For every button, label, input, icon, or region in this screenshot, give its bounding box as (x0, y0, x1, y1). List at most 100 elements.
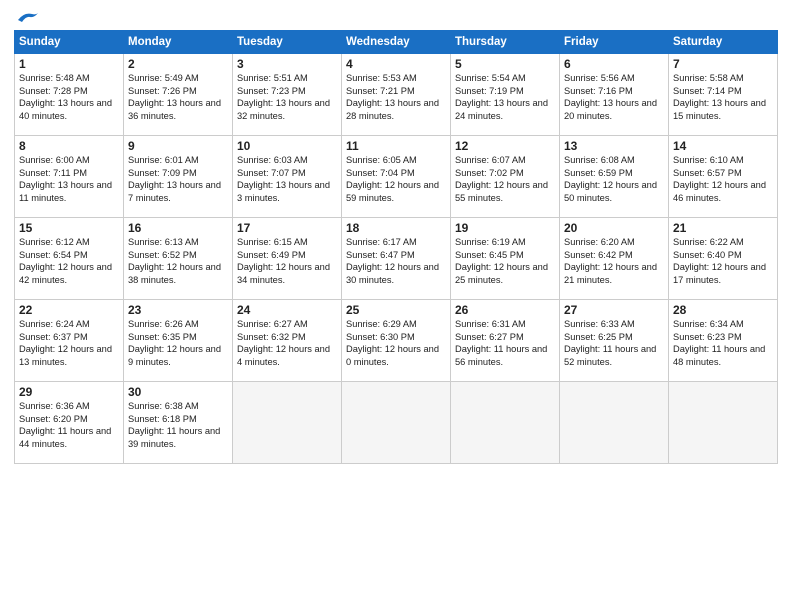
day-number: 29 (19, 385, 119, 399)
cell-info: Sunrise: 6:31 AMSunset: 6:27 PMDaylight:… (455, 318, 555, 368)
cell-info: Sunrise: 6:12 AMSunset: 6:54 PMDaylight:… (19, 236, 119, 286)
calendar-cell: 1Sunrise: 5:48 AMSunset: 7:28 PMDaylight… (15, 54, 124, 136)
calendar-week-row: 29Sunrise: 6:36 AMSunset: 6:20 PMDayligh… (15, 382, 778, 464)
day-number: 18 (346, 221, 446, 235)
day-number: 13 (564, 139, 664, 153)
calendar-cell (451, 382, 560, 464)
cell-info: Sunrise: 6:26 AMSunset: 6:35 PMDaylight:… (128, 318, 228, 368)
cell-info: Sunrise: 6:15 AMSunset: 6:49 PMDaylight:… (237, 236, 337, 286)
day-header-wednesday: Wednesday (342, 31, 451, 54)
calendar-cell: 2Sunrise: 5:49 AMSunset: 7:26 PMDaylight… (124, 54, 233, 136)
calendar-cell: 15Sunrise: 6:12 AMSunset: 6:54 PMDayligh… (15, 218, 124, 300)
day-number: 4 (346, 57, 446, 71)
calendar-cell (233, 382, 342, 464)
header (14, 10, 778, 24)
day-number: 27 (564, 303, 664, 317)
calendar-cell: 25Sunrise: 6:29 AMSunset: 6:30 PMDayligh… (342, 300, 451, 382)
cell-info: Sunrise: 6:20 AMSunset: 6:42 PMDaylight:… (564, 236, 664, 286)
day-number: 25 (346, 303, 446, 317)
calendar-cell: 9Sunrise: 6:01 AMSunset: 7:09 PMDaylight… (124, 136, 233, 218)
day-header-monday: Monday (124, 31, 233, 54)
day-number: 11 (346, 139, 446, 153)
cell-info: Sunrise: 6:05 AMSunset: 7:04 PMDaylight:… (346, 154, 446, 204)
cell-info: Sunrise: 6:00 AMSunset: 7:11 PMDaylight:… (19, 154, 119, 204)
cell-info: Sunrise: 6:34 AMSunset: 6:23 PMDaylight:… (673, 318, 773, 368)
calendar-cell: 30Sunrise: 6:38 AMSunset: 6:18 PMDayligh… (124, 382, 233, 464)
day-number: 28 (673, 303, 773, 317)
cell-info: Sunrise: 6:19 AMSunset: 6:45 PMDaylight:… (455, 236, 555, 286)
calendar-cell: 28Sunrise: 6:34 AMSunset: 6:23 PMDayligh… (669, 300, 778, 382)
day-number: 26 (455, 303, 555, 317)
cell-info: Sunrise: 6:38 AMSunset: 6:18 PMDaylight:… (128, 400, 228, 450)
day-number: 12 (455, 139, 555, 153)
cell-info: Sunrise: 6:33 AMSunset: 6:25 PMDaylight:… (564, 318, 664, 368)
calendar-week-row: 1Sunrise: 5:48 AMSunset: 7:28 PMDaylight… (15, 54, 778, 136)
calendar-cell: 29Sunrise: 6:36 AMSunset: 6:20 PMDayligh… (15, 382, 124, 464)
calendar-cell: 20Sunrise: 6:20 AMSunset: 6:42 PMDayligh… (560, 218, 669, 300)
day-header-friday: Friday (560, 31, 669, 54)
cell-info: Sunrise: 6:17 AMSunset: 6:47 PMDaylight:… (346, 236, 446, 286)
day-number: 14 (673, 139, 773, 153)
calendar-cell: 13Sunrise: 6:08 AMSunset: 6:59 PMDayligh… (560, 136, 669, 218)
calendar-cell (669, 382, 778, 464)
cell-info: Sunrise: 6:08 AMSunset: 6:59 PMDaylight:… (564, 154, 664, 204)
calendar-cell: 5Sunrise: 5:54 AMSunset: 7:19 PMDaylight… (451, 54, 560, 136)
cell-info: Sunrise: 5:54 AMSunset: 7:19 PMDaylight:… (455, 72, 555, 122)
day-header-saturday: Saturday (669, 31, 778, 54)
cell-info: Sunrise: 5:51 AMSunset: 7:23 PMDaylight:… (237, 72, 337, 122)
calendar-cell: 27Sunrise: 6:33 AMSunset: 6:25 PMDayligh… (560, 300, 669, 382)
day-number: 17 (237, 221, 337, 235)
logo-bird-icon (16, 10, 38, 28)
logo (14, 10, 38, 24)
calendar-cell: 7Sunrise: 5:58 AMSunset: 7:14 PMDaylight… (669, 54, 778, 136)
day-number: 23 (128, 303, 228, 317)
calendar-week-row: 22Sunrise: 6:24 AMSunset: 6:37 PMDayligh… (15, 300, 778, 382)
day-number: 10 (237, 139, 337, 153)
cell-info: Sunrise: 5:53 AMSunset: 7:21 PMDaylight:… (346, 72, 446, 122)
calendar-cell: 16Sunrise: 6:13 AMSunset: 6:52 PMDayligh… (124, 218, 233, 300)
calendar-cell (560, 382, 669, 464)
calendar-week-row: 8Sunrise: 6:00 AMSunset: 7:11 PMDaylight… (15, 136, 778, 218)
day-number: 6 (564, 57, 664, 71)
day-header-sunday: Sunday (15, 31, 124, 54)
cell-info: Sunrise: 5:48 AMSunset: 7:28 PMDaylight:… (19, 72, 119, 122)
cell-info: Sunrise: 6:13 AMSunset: 6:52 PMDaylight:… (128, 236, 228, 286)
page: SundayMondayTuesdayWednesdayThursdayFrid… (0, 0, 792, 612)
calendar-cell: 24Sunrise: 6:27 AMSunset: 6:32 PMDayligh… (233, 300, 342, 382)
calendar-cell: 19Sunrise: 6:19 AMSunset: 6:45 PMDayligh… (451, 218, 560, 300)
calendar-cell: 11Sunrise: 6:05 AMSunset: 7:04 PMDayligh… (342, 136, 451, 218)
day-number: 3 (237, 57, 337, 71)
cell-info: Sunrise: 5:58 AMSunset: 7:14 PMDaylight:… (673, 72, 773, 122)
cell-info: Sunrise: 5:49 AMSunset: 7:26 PMDaylight:… (128, 72, 228, 122)
calendar-cell: 12Sunrise: 6:07 AMSunset: 7:02 PMDayligh… (451, 136, 560, 218)
day-number: 9 (128, 139, 228, 153)
calendar-week-row: 15Sunrise: 6:12 AMSunset: 6:54 PMDayligh… (15, 218, 778, 300)
calendar-table: SundayMondayTuesdayWednesdayThursdayFrid… (14, 30, 778, 464)
cell-info: Sunrise: 6:24 AMSunset: 6:37 PMDaylight:… (19, 318, 119, 368)
calendar-cell: 4Sunrise: 5:53 AMSunset: 7:21 PMDaylight… (342, 54, 451, 136)
calendar-cell: 26Sunrise: 6:31 AMSunset: 6:27 PMDayligh… (451, 300, 560, 382)
cell-info: Sunrise: 6:22 AMSunset: 6:40 PMDaylight:… (673, 236, 773, 286)
cell-info: Sunrise: 6:27 AMSunset: 6:32 PMDaylight:… (237, 318, 337, 368)
calendar-cell: 21Sunrise: 6:22 AMSunset: 6:40 PMDayligh… (669, 218, 778, 300)
day-number: 8 (19, 139, 119, 153)
day-header-thursday: Thursday (451, 31, 560, 54)
day-number: 19 (455, 221, 555, 235)
calendar-cell: 6Sunrise: 5:56 AMSunset: 7:16 PMDaylight… (560, 54, 669, 136)
calendar-cell: 3Sunrise: 5:51 AMSunset: 7:23 PMDaylight… (233, 54, 342, 136)
cell-info: Sunrise: 6:10 AMSunset: 6:57 PMDaylight:… (673, 154, 773, 204)
day-number: 5 (455, 57, 555, 71)
day-header-tuesday: Tuesday (233, 31, 342, 54)
calendar-cell: 8Sunrise: 6:00 AMSunset: 7:11 PMDaylight… (15, 136, 124, 218)
cell-info: Sunrise: 6:03 AMSunset: 7:07 PMDaylight:… (237, 154, 337, 204)
calendar-cell: 22Sunrise: 6:24 AMSunset: 6:37 PMDayligh… (15, 300, 124, 382)
cell-info: Sunrise: 6:29 AMSunset: 6:30 PMDaylight:… (346, 318, 446, 368)
calendar-cell: 17Sunrise: 6:15 AMSunset: 6:49 PMDayligh… (233, 218, 342, 300)
calendar-cell: 23Sunrise: 6:26 AMSunset: 6:35 PMDayligh… (124, 300, 233, 382)
day-number: 22 (19, 303, 119, 317)
day-number: 24 (237, 303, 337, 317)
header-row: SundayMondayTuesdayWednesdayThursdayFrid… (15, 31, 778, 54)
day-number: 21 (673, 221, 773, 235)
day-number: 20 (564, 221, 664, 235)
day-number: 1 (19, 57, 119, 71)
